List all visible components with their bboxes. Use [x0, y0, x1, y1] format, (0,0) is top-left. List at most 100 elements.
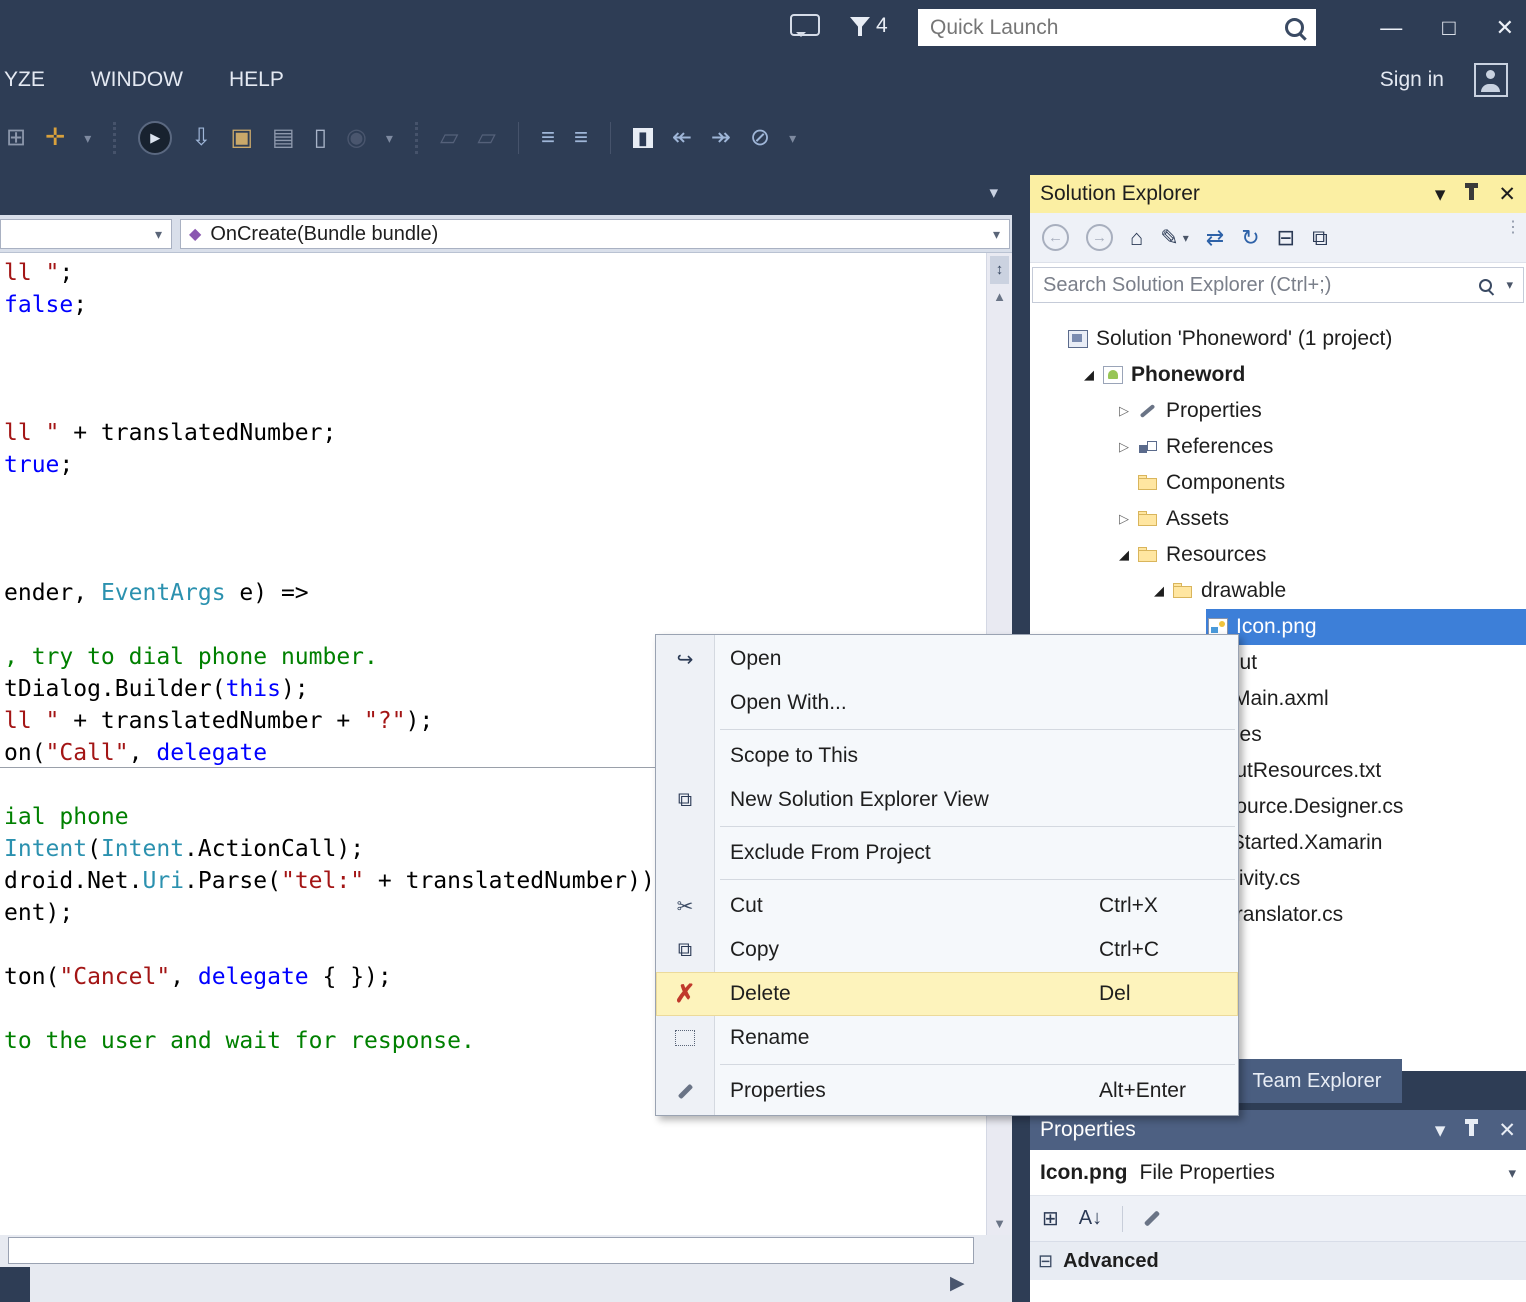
menu-shortcut: Alt+Enter	[1099, 1079, 1186, 1103]
collapse-category-icon[interactable]	[1038, 1250, 1053, 1273]
deploy-device-icon[interactable]: ⇩	[191, 126, 211, 150]
expander-expanded-icon[interactable]: ◢	[1112, 547, 1136, 563]
disabled-tool-icon[interactable]: ▱	[440, 126, 458, 150]
menu-separator	[720, 729, 1235, 730]
menu-item-help[interactable]: HELP	[229, 68, 284, 92]
overflow-chevron-icon[interactable]: ▾	[789, 131, 796, 145]
overflow-chevron-icon[interactable]: ▾	[386, 131, 393, 145]
disabled-tool-icon[interactable]: ▱	[477, 126, 495, 150]
context-menu-item-exclude-from-project[interactable]: Exclude From Project	[656, 831, 1238, 875]
horizontal-scrollbar-track[interactable]	[8, 1237, 974, 1264]
prev-bookmark-icon[interactable]: ↞	[672, 126, 692, 150]
attach-key-icon[interactable]: ✛	[45, 126, 65, 150]
pin-icon[interactable]	[1469, 1124, 1474, 1136]
tree-item[interactable]: Components	[1030, 465, 1526, 501]
expander-collapsed-icon[interactable]: ▷	[1112, 403, 1136, 419]
device-icon[interactable]: ▯	[314, 126, 327, 150]
solution-explorer-search-input[interactable]: Search Solution Explorer (Ctrl+;) ▾	[1032, 267, 1524, 303]
properties-object-selector[interactable]: Icon.png File Properties ▾	[1030, 1150, 1526, 1196]
properties-wrench-icon[interactable]	[1144, 1210, 1160, 1226]
expander-expanded-icon[interactable]: ◢	[1147, 583, 1171, 599]
tree-item[interactable]: ▷References	[1030, 429, 1526, 465]
toolbar-separator	[1122, 1206, 1123, 1232]
code-line: tDialog.Builder(this);	[4, 673, 309, 705]
tree-item-main: References	[1136, 429, 1526, 465]
menu-item-yze[interactable]: YZE	[4, 68, 45, 92]
bookmark-icon[interactable]: ▮	[633, 128, 653, 148]
expander-collapsed-icon[interactable]: ▷	[1112, 439, 1136, 455]
context-menu-item-cut[interactable]: CutCtrl+X	[656, 884, 1238, 928]
overflow-chevron-icon[interactable]: ▾	[84, 131, 91, 145]
panel-header-icons	[1435, 182, 1516, 207]
expander-collapsed-icon[interactable]: ▷	[1112, 511, 1136, 527]
archive-manager-icon[interactable]: ▣	[230, 126, 253, 150]
dock-window-icon[interactable]: ⊞	[6, 126, 26, 150]
expander-expanded-icon[interactable]: ◢	[1077, 367, 1101, 383]
context-menu-item-copy[interactable]: CopyCtrl+C	[656, 928, 1238, 972]
maximize-button[interactable]: □	[1442, 15, 1455, 41]
tree-item[interactable]: ◢Resources	[1030, 537, 1526, 573]
split-editor-handle[interactable]: ↕	[990, 256, 1009, 284]
emulator-icon[interactable]: ◉	[346, 126, 367, 150]
context-menu-item-new-solution-explorer-view[interactable]: New Solution Explorer View	[656, 778, 1238, 822]
code-token: Intent	[101, 836, 184, 862]
close-button[interactable]: ✕	[1496, 15, 1514, 41]
console-icon[interactable]: ▤	[272, 126, 295, 150]
context-menu-item-scope-to-this[interactable]: Scope to This	[656, 734, 1238, 778]
code-token: ll "	[4, 420, 59, 446]
tree-item[interactable]: ◢drawable	[1030, 573, 1526, 609]
sync-active-document-icon[interactable]: ⇄	[1206, 225, 1224, 251]
categorized-icon[interactable]: ⊞	[1042, 1206, 1059, 1231]
close-icon[interactable]	[1498, 182, 1516, 207]
minimize-button[interactable]: —	[1380, 15, 1402, 41]
members-dropdown[interactable]: ◆ OnCreate(Bundle bundle) ▾	[180, 219, 1010, 249]
solution-explorer-header[interactable]: Solution Explorer	[1030, 175, 1526, 213]
chevron-down-icon: ▾	[1183, 231, 1189, 245]
context-menu-item-rename[interactable]: Rename	[656, 1016, 1238, 1060]
properties-pages-icon[interactable]: ⧉	[1312, 225, 1328, 251]
scroll-up-arrow[interactable]: ▲	[987, 289, 1012, 304]
list-members-icon[interactable]: ≡	[541, 126, 555, 150]
window-position-icon[interactable]	[1435, 182, 1446, 207]
scroll-right-arrow[interactable]: ▶	[950, 1272, 965, 1295]
scope-to-icon[interactable]: ✎▾	[1160, 225, 1188, 251]
document-well-dropdown-icon[interactable]	[989, 183, 998, 203]
tree-item[interactable]: ◢Phoneword	[1030, 357, 1526, 393]
types-dropdown[interactable]: ▾	[0, 219, 172, 249]
menu-shortcut: Del	[1099, 982, 1131, 1006]
user-account-icon[interactable]	[1474, 63, 1508, 97]
collapse-all-icon[interactable]: ⊟	[1277, 225, 1295, 251]
quick-launch-input[interactable]: Quick Launch	[918, 9, 1316, 46]
toolbar-overflow-icon[interactable]: ⋮	[1505, 217, 1521, 237]
properties-header[interactable]: Properties	[1030, 1110, 1526, 1150]
scroll-down-arrow[interactable]: ▼	[987, 1216, 1012, 1231]
close-icon[interactable]	[1498, 1118, 1516, 1143]
window-position-icon[interactable]	[1435, 1118, 1446, 1143]
context-menu-item-open[interactable]: Open	[656, 637, 1238, 681]
alphabetical-sort-icon[interactable]: A↓	[1079, 1207, 1102, 1230]
tab-team-explorer[interactable]: Team Explorer	[1232, 1059, 1402, 1103]
code-token: to the user and wait for response.	[4, 1028, 475, 1054]
notifications-filter[interactable]: 4	[850, 14, 888, 38]
feedback-icon[interactable]	[790, 14, 820, 36]
tree-item-main: Properties	[1136, 393, 1526, 429]
open-icon	[668, 637, 702, 681]
properties-category-row[interactable]: Advanced	[1030, 1242, 1526, 1280]
back-icon[interactable]: ←	[1042, 224, 1069, 251]
home-icon[interactable]: ⌂	[1130, 225, 1143, 251]
refresh-icon[interactable]: ↻	[1241, 225, 1259, 251]
start-debug-button[interactable]: ▶	[138, 121, 172, 155]
context-menu-item-open-with[interactable]: Open With...	[656, 681, 1238, 725]
tree-item[interactable]: ▷Assets	[1030, 501, 1526, 537]
forward-icon[interactable]: →	[1086, 224, 1113, 251]
tree-item[interactable]: Solution 'Phoneword' (1 project)	[1030, 321, 1526, 357]
sign-in-link[interactable]: Sign in	[1380, 68, 1444, 92]
next-bookmark-icon[interactable]: ↠	[711, 126, 731, 150]
parameter-info-icon[interactable]: ≡	[574, 126, 588, 150]
pin-icon[interactable]	[1469, 188, 1474, 200]
tree-item[interactable]: ▷Properties	[1030, 393, 1526, 429]
clear-bookmarks-icon[interactable]: ⊘	[750, 126, 770, 150]
menu-item-window[interactable]: WINDOW	[91, 68, 183, 92]
context-menu-item-delete[interactable]: DeleteDel	[656, 972, 1238, 1016]
context-menu-item-properties[interactable]: PropertiesAlt+Enter	[656, 1069, 1238, 1113]
